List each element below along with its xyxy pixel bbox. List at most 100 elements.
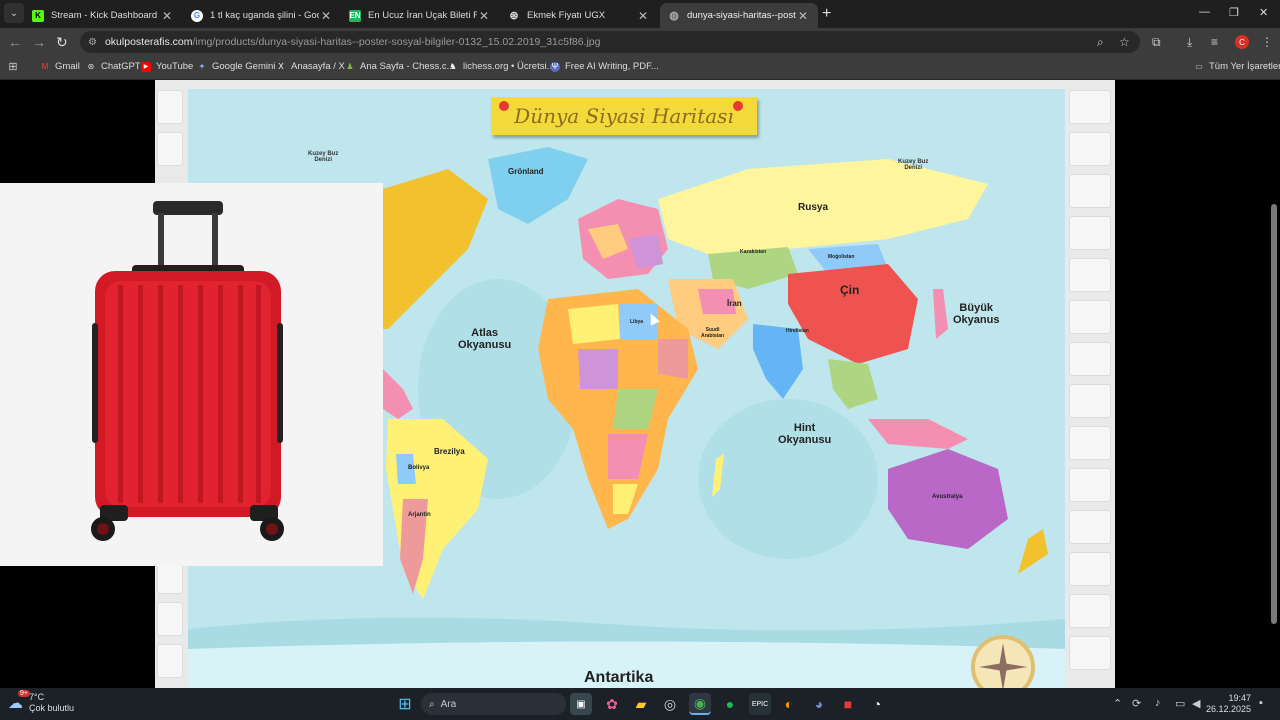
bookmark-label: ChatGPT bbox=[101, 61, 141, 72]
app-icon[interactable]: ◐ bbox=[778, 693, 800, 715]
page-content: Dünya Siyasi Haritası Kuzey Buz Denizi K… bbox=[0, 80, 1280, 688]
notification-badge: 9+ bbox=[18, 690, 30, 697]
zoom-icon[interactable]: ⌕ bbox=[1097, 35, 1104, 50]
bookmark-label: YouTube bbox=[156, 61, 194, 72]
ai-writing-icon: Ψ bbox=[550, 61, 560, 72]
pin-icon bbox=[733, 101, 743, 111]
volume-icon[interactable]: ◀ bbox=[1192, 697, 1200, 710]
label-antarctica: Antartika bbox=[584, 669, 654, 686]
close-icon[interactable]: ✕ bbox=[477, 9, 491, 23]
file-explorer-icon[interactable]: ▰ bbox=[630, 693, 652, 715]
network-icon[interactable]: ▭ bbox=[1175, 697, 1185, 710]
task-view-icon[interactable]: ▣ bbox=[570, 693, 592, 715]
all-bookmarks[interactable]: ▭ Tüm Yer İşaretleri bbox=[1194, 61, 1280, 72]
bookmark-chatgpt[interactable]: ⊛ ChatGPT bbox=[86, 61, 141, 72]
microphone-icon[interactable]: ♪ bbox=[1155, 697, 1161, 709]
bookmark-lichess[interactable]: ♞ lichess.org • Ücretsi... bbox=[448, 61, 555, 72]
toolbar: ← → ↻ ⚙ okulposterafis.com /img/products… bbox=[0, 28, 1280, 56]
copilot-icon[interactable]: ✿ bbox=[601, 693, 623, 715]
tab-active-image[interactable]: ◍ dunya-siyasi-haritas--poster-sos ✕ bbox=[660, 3, 818, 28]
label-greenland: Grönland bbox=[508, 167, 544, 176]
tab-title: En Ucuz İran Uçak Bileti Fiyatları bbox=[368, 10, 477, 21]
close-icon[interactable]: ✕ bbox=[636, 9, 650, 23]
menu-icon[interactable]: ⋮ bbox=[1261, 35, 1273, 49]
chatgpt-icon: ⊛ bbox=[87, 62, 95, 71]
bookmark-gemini[interactable]: ✦ Google Gemini bbox=[197, 61, 276, 72]
chevron-up-icon[interactable]: ⌃ bbox=[1113, 697, 1122, 710]
extensions-icon[interactable]: ⧉ bbox=[1152, 35, 1161, 50]
reload-icon[interactable]: ↻ bbox=[56, 34, 68, 51]
tab-search-button[interactable]: ⌄ bbox=[4, 3, 24, 23]
url-path: /img/products/dunya-siyasi-haritas--post… bbox=[192, 36, 601, 48]
weather-temp: 7°C bbox=[29, 692, 45, 702]
time: 19:47 bbox=[1228, 693, 1251, 703]
spotify-icon[interactable]: ● bbox=[719, 693, 741, 715]
label-pacific: Büyük Okyanus bbox=[953, 302, 1000, 326]
app-misc-icon[interactable]: ◔ bbox=[866, 693, 888, 715]
profile-avatar[interactable]: C bbox=[1235, 35, 1249, 49]
download-icon[interactable]: ⤓ bbox=[1187, 35, 1192, 50]
windows-start-icon[interactable]: ⊞ bbox=[394, 693, 416, 715]
bookmark-gmail[interactable]: M Gmail bbox=[40, 61, 80, 72]
suitcase-image bbox=[0, 183, 383, 566]
close-icon[interactable]: ✕ bbox=[160, 9, 174, 23]
x-icon: X bbox=[278, 62, 284, 71]
minimize-button[interactable]: — bbox=[1199, 6, 1210, 18]
label-iran: İran bbox=[727, 299, 742, 308]
lichess-icon: ♞ bbox=[449, 62, 457, 71]
openai-icon: ⊛ bbox=[509, 10, 519, 22]
bookmark-chess[interactable]: ♟ Ana Sayfa - Chess.c... bbox=[345, 61, 455, 72]
bookmark-youtube[interactable]: ▶ YouTube bbox=[141, 61, 193, 72]
map-title-banner: Dünya Siyasi Haritası bbox=[491, 97, 757, 135]
map-title: Dünya Siyasi Haritası bbox=[514, 104, 734, 128]
search-placeholder: Ara bbox=[440, 698, 457, 710]
youtube-icon: ▶ bbox=[141, 61, 151, 72]
bookmark-star-icon[interactable]: ☆ bbox=[1119, 35, 1130, 49]
close-window-button[interactable]: ✕ bbox=[1259, 6, 1268, 19]
label-brazil: Brezilya bbox=[434, 447, 465, 456]
label-india: Hindistan bbox=[786, 328, 809, 334]
bookmark-label: lichess.org • Ücretsi... bbox=[463, 61, 555, 72]
notification-bell-icon[interactable]: ▪ bbox=[1259, 697, 1263, 709]
label-mongolia: Moğolistan bbox=[828, 254, 855, 260]
restore-button[interactable]: ❐ bbox=[1229, 6, 1239, 19]
tab-strip: ⌄ K Stream - Kick Dashboard ✕ G 1 tl kaç… bbox=[0, 0, 1280, 28]
label-argentina: Arjantin bbox=[408, 512, 431, 518]
app-red-icon[interactable]: ■ bbox=[837, 693, 859, 715]
close-icon[interactable]: ✕ bbox=[319, 9, 333, 23]
bookmark-label: Free AI Writing, PDF... bbox=[565, 61, 659, 72]
url-host: okulposterafis.com bbox=[104, 36, 193, 48]
tab-google[interactable]: G 1 tl kaç uganda şilini - Google'da ✕ bbox=[183, 3, 341, 28]
address-bar[interactable]: ⚙ okulposterafis.com /img/products/dunya… bbox=[80, 31, 1140, 53]
apps-icon[interactable]: ⊞ bbox=[8, 61, 23, 73]
chess-icon: ♟ bbox=[346, 62, 354, 71]
tab-kick[interactable]: K Stream - Kick Dashboard ✕ bbox=[24, 3, 182, 28]
label-russia: Rusya bbox=[798, 202, 829, 213]
taskbar-search[interactable]: ⌕ Ara bbox=[421, 693, 566, 715]
sync-icon[interactable]: ⟳ bbox=[1132, 697, 1141, 710]
back-icon[interactable]: ← bbox=[8, 34, 22, 50]
label-indian: Hint Okyanusu bbox=[778, 422, 832, 446]
label-libya: Libya bbox=[630, 319, 644, 325]
bookmark-ai-writing[interactable]: Ψ Free AI Writing, PDF... bbox=[550, 61, 659, 72]
epic-games-icon[interactable]: EPIC bbox=[749, 693, 771, 715]
label-bolivia: Bolivya bbox=[408, 465, 430, 471]
new-tab-button[interactable]: + bbox=[822, 5, 831, 23]
site-info-icon[interactable]: ⚙ bbox=[88, 37, 97, 48]
chrome-icon[interactable]: ◉ bbox=[689, 693, 711, 715]
close-icon[interactable]: ✕ bbox=[796, 9, 810, 23]
weather-widget[interactable]: ☁ 9+ 7°C Çok bulutlu bbox=[8, 690, 74, 714]
clock[interactable]: 19:47 26.12.2025 bbox=[1205, 693, 1251, 715]
kick-icon: K bbox=[32, 9, 44, 22]
tab-enuygun[interactable]: EN En Ucuz İran Uçak Bileti Fiyatları ✕ bbox=[341, 3, 499, 28]
bookmark-x[interactable]: X Anasayfa / X bbox=[276, 61, 345, 72]
bookmark-label: Anasayfa / X bbox=[291, 61, 345, 72]
media-icon[interactable]: ≡ bbox=[1211, 35, 1218, 49]
tab-chatgpt[interactable]: ⊛ Ekmek Fiyatı UGX ✕ bbox=[500, 3, 658, 28]
bookmark-label: Ana Sayfa - Chess.c... bbox=[360, 61, 455, 72]
label-north-sea-left: Kuzey Buz Denizi bbox=[308, 151, 339, 163]
scrollbar[interactable] bbox=[1271, 204, 1277, 624]
steam-icon[interactable]: ◎ bbox=[659, 693, 681, 715]
forward-icon[interactable]: → bbox=[32, 34, 46, 50]
discord-icon[interactable]: ◕ bbox=[808, 693, 830, 715]
